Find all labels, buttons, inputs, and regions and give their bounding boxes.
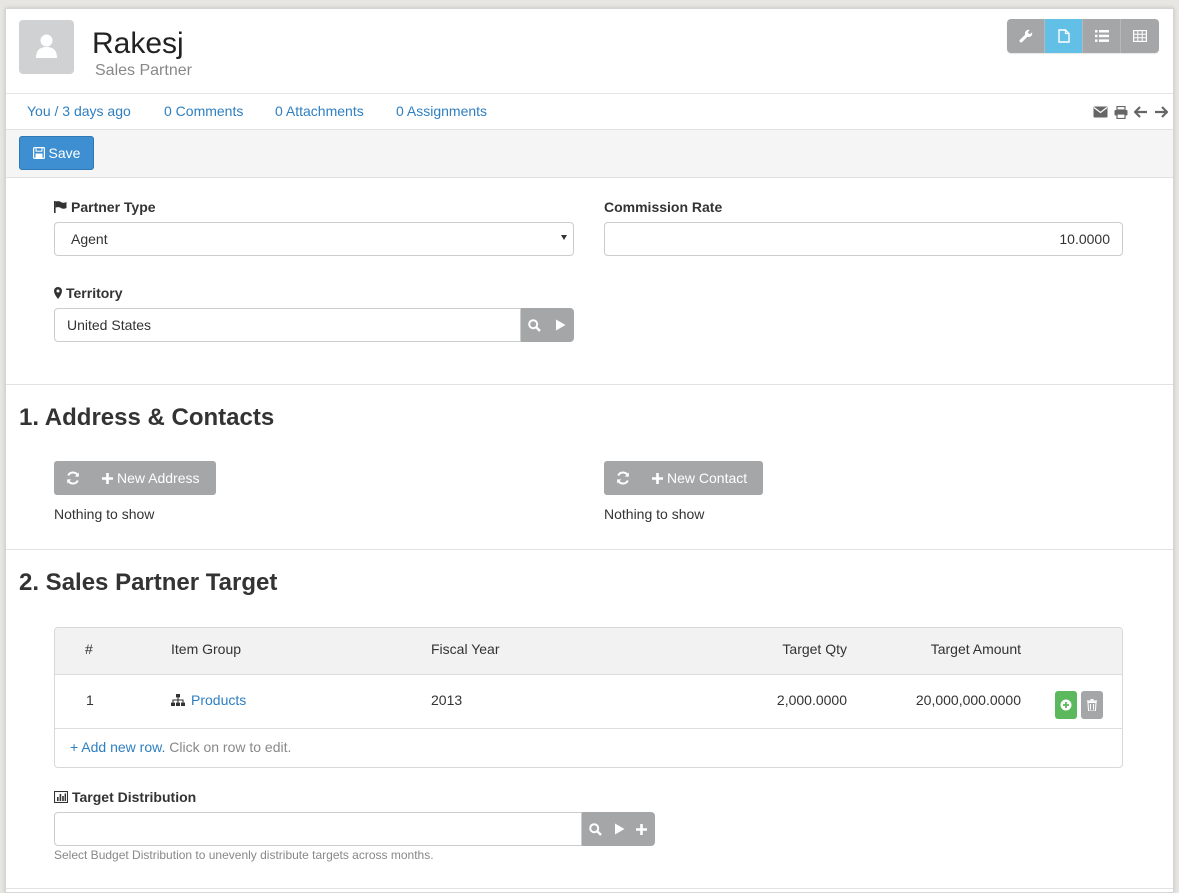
- attachments-link[interactable]: 0 Attachments: [275, 103, 364, 119]
- search-icon[interactable]: [521, 308, 547, 342]
- chevron-down-icon: [561, 235, 567, 240]
- distribution-link-buttons: [582, 812, 655, 846]
- email-icon[interactable]: [1093, 106, 1108, 118]
- doctype-subtitle: Sales Partner: [95, 62, 192, 79]
- new-contact-button[interactable]: New Contact: [642, 470, 747, 486]
- table-icon[interactable]: [1121, 19, 1159, 53]
- plus-circle-icon: [1060, 699, 1072, 711]
- plus-icon: [102, 472, 113, 484]
- sitemap-icon: [171, 694, 185, 706]
- new-address-button[interactable]: New Address: [92, 470, 199, 486]
- flag-icon: [54, 201, 67, 213]
- comments-link[interactable]: 0 Comments: [164, 103, 243, 119]
- column-header-target-qty: Target Qty: [782, 641, 847, 657]
- target-distribution-help: Select Budget Distribution to unevenly d…: [54, 848, 434, 862]
- partner-type-select[interactable]: Agent: [54, 222, 574, 256]
- delete-row-button[interactable]: [1081, 691, 1103, 719]
- insert-row-button[interactable]: [1055, 691, 1077, 719]
- print-icon[interactable]: [1114, 106, 1128, 119]
- territory-input[interactable]: United States: [54, 308, 574, 342]
- fiscal-year-cell: 2013: [431, 692, 463, 708]
- form-card: Rakesj Sales Partner You / 3 days ago 0 …: [5, 8, 1174, 893]
- wrench-icon[interactable]: [1007, 19, 1045, 53]
- section-title-sales-partner-target: 2. Sales Partner Target: [19, 569, 278, 596]
- target-distribution-input[interactable]: [54, 812, 655, 846]
- commission-rate-label: Commission Rate: [604, 199, 723, 215]
- search-icon[interactable]: [582, 812, 608, 846]
- refresh-icon[interactable]: [604, 461, 642, 495]
- section-divider: [6, 549, 1173, 550]
- page-title: Rakesj: [92, 27, 184, 60]
- commission-rate-input[interactable]: 10.0000: [604, 222, 1123, 256]
- page-header: Rakesj Sales Partner: [6, 9, 1173, 94]
- item-group-link[interactable]: Products: [191, 692, 246, 708]
- trash-icon: [1087, 699, 1097, 711]
- territory-link-buttons: [521, 308, 574, 342]
- targets-table: # Item Group Fiscal Year Target Qty Targ…: [54, 627, 1123, 768]
- partner-type-value: Agent: [71, 231, 108, 247]
- doc-icon[interactable]: [1045, 19, 1083, 53]
- bar-chart-icon: [54, 791, 68, 803]
- new-address-button-group: New Address: [54, 461, 216, 495]
- map-marker-icon: [54, 287, 62, 299]
- commission-rate-value: 10.0000: [1059, 231, 1110, 247]
- new-contact-button-group: New Contact: [604, 461, 763, 495]
- target-amount-cell: 20,000,000.0000: [915, 692, 1021, 708]
- section-divider: [6, 888, 1173, 889]
- previous-icon[interactable]: [1134, 106, 1148, 118]
- add-row-hint: Click on row to edit.: [165, 739, 292, 755]
- modified-by-link[interactable]: You / 3 days ago: [27, 103, 131, 119]
- address-empty-message: Nothing to show: [54, 506, 155, 522]
- partner-type-label: Partner Type: [54, 199, 156, 215]
- item-group-cell: Products: [171, 692, 246, 708]
- target-distribution-label: Target Distribution: [54, 789, 196, 805]
- column-header-item-group: Item Group: [171, 641, 242, 657]
- save-button[interactable]: Save: [19, 136, 94, 170]
- column-header-target-amount: Target Amount: [930, 641, 1021, 657]
- territory-label: Territory: [54, 285, 123, 301]
- user-icon: [36, 34, 57, 58]
- territory-value: United States: [67, 317, 152, 333]
- section-title-address-contacts: 1. Address & Contacts: [19, 404, 275, 431]
- target-qty-cell: 2,000.0000: [776, 692, 847, 708]
- column-header-index: #: [85, 641, 93, 657]
- table-footer: + Add new row. Click on row to edit.: [70, 739, 291, 755]
- save-label: Save: [48, 145, 81, 161]
- plus-icon: [652, 472, 663, 484]
- table-header: # Item Group Fiscal Year Target Qty Targ…: [55, 628, 1122, 675]
- next-icon[interactable]: [1154, 106, 1168, 118]
- view-switcher: [1007, 19, 1159, 53]
- document-meta-bar: You / 3 days ago 0 Comments 0 Attachment…: [6, 93, 1173, 129]
- doc-nav-icons: [1093, 106, 1168, 119]
- add-new-row-link[interactable]: + Add new row.: [70, 739, 165, 755]
- form-toolbar: Save: [6, 129, 1173, 178]
- save-icon: [32, 147, 45, 159]
- open-link-icon[interactable]: [608, 812, 630, 846]
- refresh-icon[interactable]: [54, 461, 92, 495]
- row-index: 1: [86, 692, 94, 708]
- plus-icon[interactable]: [630, 812, 652, 846]
- open-link-icon[interactable]: [547, 308, 573, 342]
- contact-empty-message: Nothing to show: [604, 506, 705, 522]
- table-row[interactable]: 1 Products 2013 2,000.0000 20,000,000.00…: [55, 675, 1122, 729]
- list-icon[interactable]: [1083, 19, 1121, 53]
- section-divider: [6, 384, 1173, 385]
- avatar: [19, 20, 74, 74]
- assignments-link[interactable]: 0 Assignments: [396, 103, 487, 119]
- column-header-fiscal-year: Fiscal Year: [431, 641, 500, 657]
